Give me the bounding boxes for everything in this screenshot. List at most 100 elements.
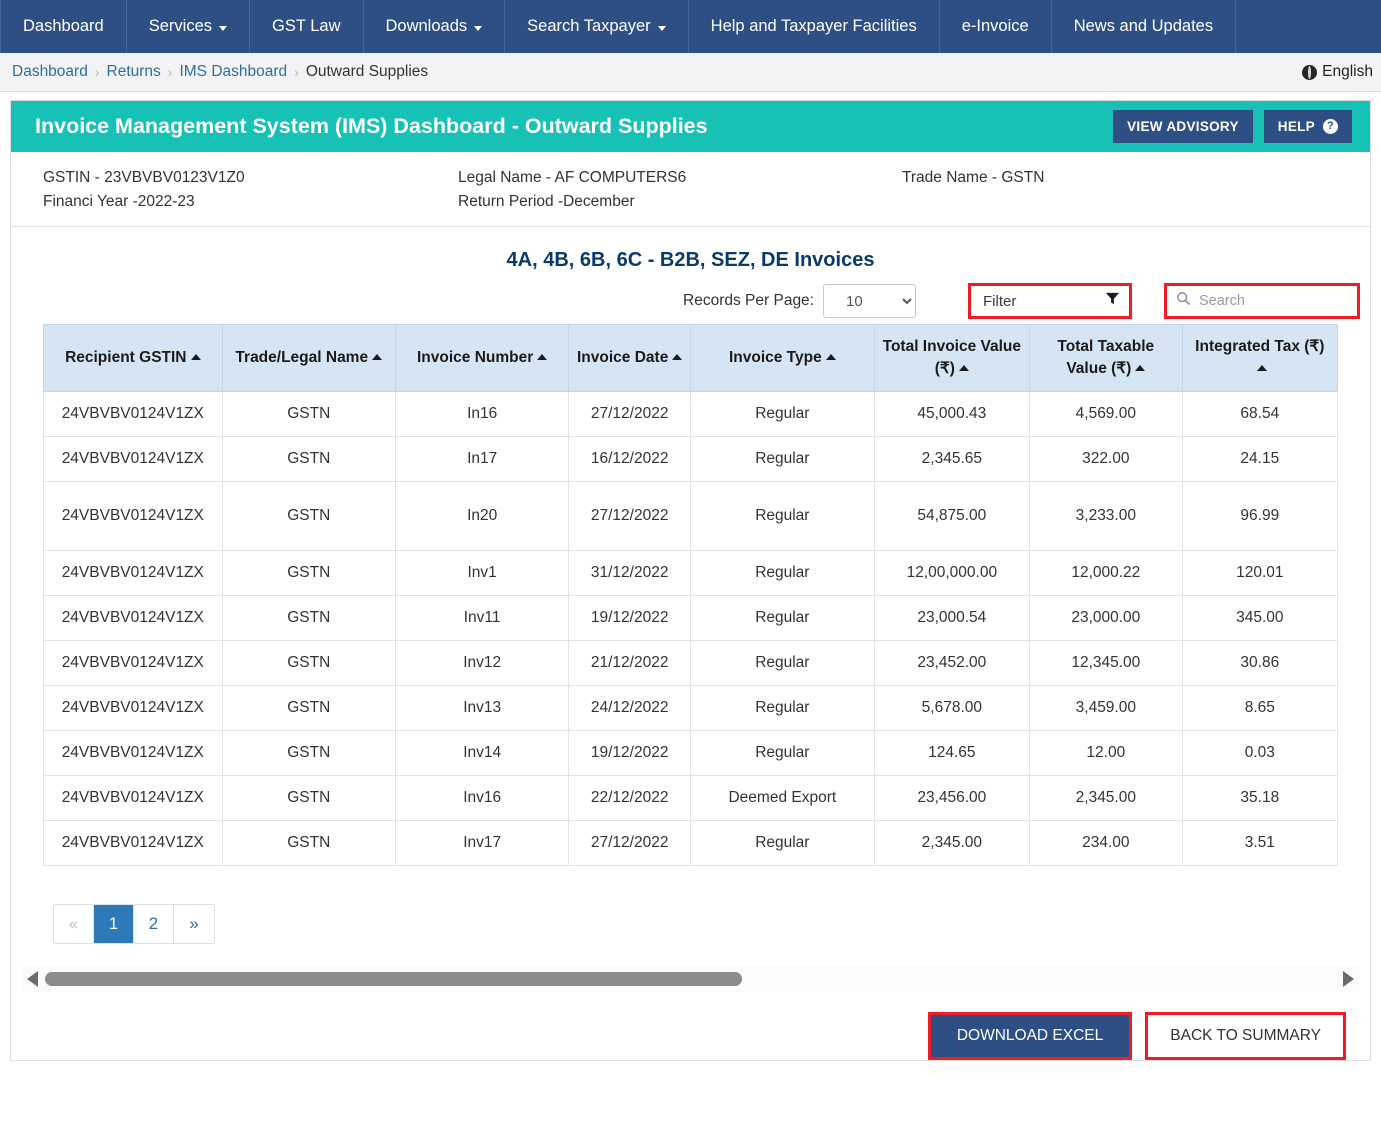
cell-invoice-number: Inv17 — [394, 820, 570, 866]
pagination-page-2[interactable]: 2 — [134, 905, 174, 943]
nav-item-label: News and Updates — [1073, 17, 1214, 35]
nav-item-news-and-updates[interactable]: News and Updates — [1052, 0, 1237, 53]
nav-item-label: e-Invoice — [961, 17, 1029, 35]
nav-item-label: Help and Taxpayer Facilities — [710, 17, 917, 35]
chevron-down-icon — [219, 25, 228, 31]
pagination-first-button[interactable]: « — [54, 905, 94, 943]
nav-item-gst-law[interactable]: GST Law — [250, 0, 364, 53]
funnel-icon — [1105, 291, 1120, 311]
cell-gstin: 24VBVBV0124V1ZX — [43, 730, 223, 776]
pagination-page-1[interactable]: 1 — [94, 905, 134, 943]
cell-gstin: 24VBVBV0124V1ZX — [43, 775, 223, 821]
sort-ascending-icon[interactable] — [1256, 365, 1267, 371]
table-row[interactable]: 24VBVBV0124V1ZX GSTN In17 16/12/2022 Regular… — [43, 436, 1339, 482]
download-excel-button[interactable]: DOWNLOAD EXCEL — [930, 1015, 1130, 1057]
breadcrumb-item-ims-dashboard[interactable]: IMS Dashboard — [179, 63, 287, 81]
sort-ascending-icon[interactable] — [190, 354, 201, 360]
scrollbar-track[interactable] — [45, 972, 1336, 986]
cell-total-invoice-value: 2,345.65 — [873, 436, 1030, 482]
cell-gstin: 24VBVBV0124V1ZX — [43, 595, 223, 641]
nav-item-search-taxpayer[interactable]: Search Taxpayer — [505, 0, 689, 53]
column-header-total-taxable-value[interactable]: Total Taxable Value (₹) — [1028, 324, 1183, 392]
column-header-invoice-type[interactable]: Invoice Type — [689, 324, 875, 392]
view-advisory-button[interactable]: VIEW ADVISORY — [1113, 110, 1253, 143]
sort-ascending-icon[interactable] — [372, 354, 383, 360]
table-row[interactable]: 24VBVBV0124V1ZX GSTN Inv14 19/12/2022 Regula… — [43, 730, 1339, 776]
sort-ascending-icon[interactable] — [825, 354, 836, 360]
cell-total-taxable-value: 12.00 — [1028, 730, 1183, 776]
nav-item-e-invoice[interactable]: e-Invoice — [940, 0, 1052, 53]
gstin-text: GSTIN - 23VBVBV0123V1Z0 — [43, 169, 245, 186]
search-input[interactable] — [1197, 292, 1347, 310]
cell-total-invoice-value: 23,456.00 — [873, 775, 1030, 821]
table-row[interactable]: 24VBVBV0124V1ZX GSTN Inv12 21/12/2022 Regula… — [43, 640, 1339, 686]
nav-item-label: GST Law — [272, 17, 341, 35]
cell-total-taxable-value: 4,569.00 — [1028, 391, 1183, 437]
pagination-last-button[interactable]: » — [174, 905, 214, 943]
breadcrumb-item-returns[interactable]: Returns — [107, 63, 161, 81]
scrollbar-thumb[interactable] — [45, 972, 743, 986]
column-header-recipient-gstin[interactable]: Recipient GSTIN — [43, 324, 223, 392]
back-to-summary-button[interactable]: BACK TO SUMMARY — [1148, 1015, 1343, 1057]
help-button[interactable]: HELP ? — [1263, 110, 1352, 143]
cell-invoice-type: Regular — [689, 436, 875, 482]
language-selector[interactable]: English — [1302, 63, 1373, 81]
nav-item-downloads[interactable]: Downloads — [364, 0, 506, 53]
table-row[interactable]: 24VBVBV0124V1ZX GSTN Inv1 31/12/2022 Regular… — [43, 550, 1339, 596]
table-row[interactable]: 24VBVBV0124V1ZX GSTN Inv13 24/12/2022 Regula… — [43, 685, 1339, 731]
filter-button[interactable]: Filter — [968, 283, 1132, 319]
view-advisory-label: VIEW ADVISORY — [1127, 119, 1239, 134]
cell-invoice-type: Regular — [689, 481, 875, 551]
cell-gstin: 24VBVBV0124V1ZX — [43, 820, 223, 866]
table-row[interactable]: 24VBVBV0124V1ZX GSTN Inv16 22/12/2022 Deemed… — [43, 775, 1339, 821]
cell-gstin: 24VBVBV0124V1ZX — [43, 481, 223, 551]
column-header-trade-legal-name[interactable]: Trade/Legal Name — [221, 324, 396, 392]
cell-invoice-number: Inv1 — [394, 550, 570, 596]
financial-year-text: Financi Year -2022-23 — [43, 193, 195, 210]
sort-ascending-icon[interactable] — [672, 354, 683, 360]
help-label: HELP — [1277, 119, 1315, 134]
records-per-page-select[interactable]: 102050100 — [823, 284, 916, 318]
nav-item-label: Dashboard — [23, 17, 104, 35]
sort-ascending-icon[interactable] — [1135, 365, 1146, 371]
table-row[interactable]: 24VBVBV0124V1ZX GSTN In16 27/12/2022 Regular… — [43, 391, 1339, 437]
table-row[interactable]: 24VBVBV0124V1ZX GSTN In20 27/12/2022 Regular… — [43, 481, 1339, 551]
breadcrumb-item-dashboard[interactable]: Dashboard — [12, 63, 88, 81]
cell-gstin: 24VBVBV0124V1ZX — [43, 436, 223, 482]
column-header-label: Invoice Date — [577, 349, 669, 366]
cell-total-taxable-value: 3,459.00 — [1028, 685, 1183, 731]
cell-invoice-date: 27/12/2022 — [568, 820, 691, 866]
cell-total-invoice-value: 23,452.00 — [873, 640, 1030, 686]
cell-name: GSTN — [221, 775, 396, 821]
cell-total-invoice-value: 12,00,000.00 — [873, 550, 1030, 596]
column-header-total-invoice-value[interactable]: Total Invoice Value (₹) — [873, 324, 1030, 392]
records-per-page-label: Records Per Page: — [683, 292, 814, 309]
sort-ascending-icon[interactable] — [537, 354, 548, 360]
horizontal-scrollbar[interactable] — [21, 966, 1360, 992]
card-header: Invoice Management System (IMS) Dashboar… — [11, 101, 1370, 152]
nav-item-help-and-taxpayer-facilities[interactable]: Help and Taxpayer Facilities — [689, 0, 940, 53]
taxpayer-info: GSTIN - 23VBVBV0123V1Z0 Financi Year -20… — [11, 152, 1370, 227]
sort-ascending-icon[interactable] — [958, 365, 969, 371]
cell-integrated-tax: 345.00 — [1181, 595, 1339, 641]
column-header-invoice-date[interactable]: Invoice Date — [568, 324, 691, 392]
cell-total-taxable-value: 234.00 — [1028, 820, 1183, 866]
column-header-integrated-tax[interactable]: Integrated Tax (₹) — [1181, 324, 1339, 392]
globe-icon — [1302, 64, 1318, 80]
scroll-right-arrow-icon[interactable] — [1343, 971, 1354, 987]
return-period-text: Return Period -December — [458, 193, 635, 210]
nav-item-label: Downloads — [385, 17, 468, 35]
search-box[interactable] — [1164, 283, 1360, 319]
search-icon — [1176, 291, 1191, 311]
nav-item-dashboard[interactable]: Dashboard — [0, 0, 127, 53]
cell-total-taxable-value: 322.00 — [1028, 436, 1183, 482]
scroll-left-arrow-icon[interactable] — [27, 971, 38, 987]
cell-name: GSTN — [221, 436, 396, 482]
cell-invoice-number: Inv11 — [394, 595, 570, 641]
nav-item-services[interactable]: Services — [127, 0, 251, 53]
table-row[interactable]: 24VBVBV0124V1ZX GSTN Inv11 19/12/2022 Regula… — [43, 595, 1339, 641]
table-row[interactable]: 24VBVBV0124V1ZX GSTN Inv17 27/12/2022 Regula… — [43, 820, 1339, 866]
column-header-invoice-number[interactable]: Invoice Number — [394, 324, 570, 392]
cell-name: GSTN — [221, 550, 396, 596]
cell-invoice-date: 24/12/2022 — [568, 685, 691, 731]
